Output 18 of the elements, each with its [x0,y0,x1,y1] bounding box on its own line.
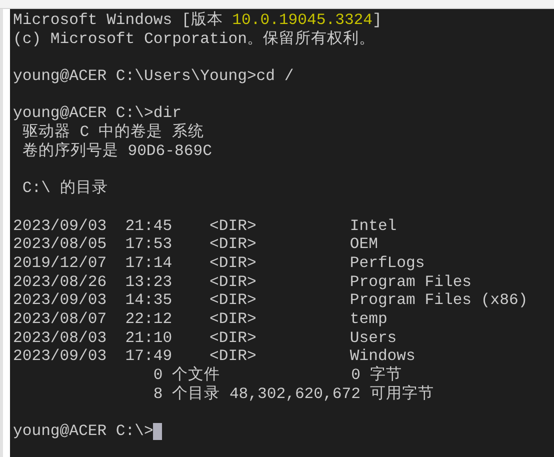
terminal-line: 驱动器 C 中的卷是 系统 [21,123,204,142]
terminal-line: Microsoft Windows [版本 10.0.19045.3324] [13,11,382,30]
terminal-line: (c) Microsoft Corporation。保留所有权利。 [13,30,375,48]
terminal-line: 2023/08/05 17:53 <DIR> OEM [13,235,378,254]
terminal-line: 2023/08/07 22:12 <DIR> temp [13,310,388,329]
terminal-line: young@ACER C:\>dir [13,104,182,123]
terminal-line: 2023/08/26 13:23 <DIR> Program Files [13,272,472,292]
terminal-line: 0 个文件 0 字节 [152,366,402,385]
terminal-line: 2023/09/03 14:35 <DIR> Program Files (x86) [13,291,528,310]
terminal-line: 8 个目录 48,302,620,672 可用字节 [152,384,434,404]
terminal-line: young@ACER C:\Users\Young>cd / [13,67,294,86]
terminal-line: C:\ 的目录 [21,179,108,198]
terminal-line: 2019/12/07 17:14 <DIR> PerfLogs [13,254,425,273]
command-prompt: young@ACER C:\> [13,422,154,441]
terminal-line: 2023/09/03 21:45 <DIR> Intel [13,216,397,236]
terminal-line: 2023/08/03 21:10 <DIR> Users [13,328,397,348]
terminal-line: 卷的序列号是 90D6-869C [21,142,212,161]
terminal-line: 2023/09/03 17:49 <DIR> Windows [13,347,416,366]
